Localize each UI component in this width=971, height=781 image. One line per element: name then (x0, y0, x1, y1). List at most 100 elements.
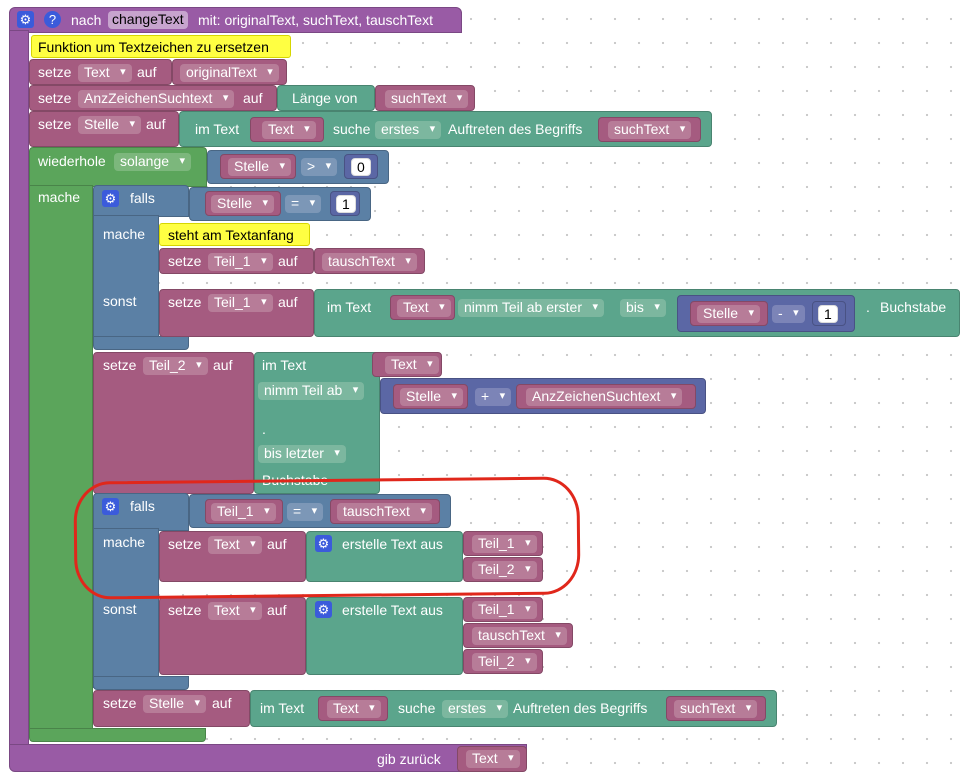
get-teil2-dropdown[interactable]: Teil_2 (472, 653, 537, 671)
substring-mode-dropdown[interactable]: nimm Teil ab (258, 382, 365, 400)
get-suchtext-dropdown[interactable]: suchText (385, 90, 469, 108)
while-loop-bottom (29, 728, 206, 742)
join-label: erstelle Text aus (342, 602, 443, 618)
set-label: setze (168, 602, 202, 618)
get-stelle-dropdown[interactable]: Stelle (228, 158, 292, 176)
get-tauschtext-dropdown[interactable]: tauschText (337, 503, 432, 521)
to-label: auf (243, 90, 263, 106)
get-stelle-dropdown[interactable]: Stelle (211, 195, 275, 213)
gear-icon[interactable] (17, 11, 34, 28)
get-text-dropdown[interactable]: Text (327, 700, 381, 718)
get-teil1-dropdown[interactable]: Teil_1 (472, 601, 537, 619)
if-else-label: sonst (103, 601, 137, 617)
procedure-name-field[interactable]: changeText (108, 11, 188, 29)
if1-comment[interactable]: steht am Textanfang (159, 223, 310, 246)
get-teil1-dropdown[interactable]: Teil_1 (472, 535, 537, 553)
to-label: auf (213, 357, 233, 373)
set-label: setze (168, 536, 202, 552)
get-suchtext-dropdown[interactable]: suchText (608, 121, 692, 139)
to-label: auf (278, 294, 298, 310)
substring-to-dropdown[interactable]: bis (620, 299, 666, 317)
substring-suffix-dot: . (866, 299, 870, 315)
compare-operator-dropdown[interactable]: = (287, 503, 324, 521)
set-teil1-var-dropdown[interactable]: Teil_1 (208, 294, 273, 312)
arithmetic-operator-dropdown[interactable]: - (772, 305, 805, 323)
get-stelle-dropdown[interactable]: Stelle (400, 388, 464, 406)
get-return-text-dropdown[interactable]: Text (466, 750, 520, 768)
procedure-comment[interactable]: Funktion um Textzeichen zu ersetzen (31, 35, 291, 58)
number-input[interactable]: 0 (351, 158, 371, 176)
get-tauschtext-dropdown[interactable]: tauschText (472, 627, 567, 645)
to-label: auf (267, 536, 287, 552)
substring-end-dropdown[interactable]: bis letzter (258, 445, 346, 463)
get-tauschtext-dropdown[interactable]: tauschText (322, 253, 417, 271)
set-label: setze (168, 294, 202, 310)
substring-dot: . (262, 421, 266, 437)
set-label: setze (38, 90, 72, 106)
arithmetic-operator-dropdown[interactable]: + (475, 388, 512, 406)
compare-operator-dropdown[interactable]: > (301, 158, 338, 176)
join-label: erstelle Text aus (342, 536, 443, 552)
get-text-dropdown[interactable]: Text (262, 121, 316, 139)
get-text-dropdown[interactable]: Text (385, 356, 439, 374)
while-loop-left-bar (29, 185, 93, 732)
set-teil2-var-dropdown[interactable]: Teil_2 (143, 357, 208, 375)
get-anz-dropdown[interactable]: AnzZeichenSuchtext (526, 388, 683, 406)
get-originaltext-dropdown[interactable]: originalText (180, 64, 279, 82)
procedure-return-bar[interactable] (9, 744, 527, 772)
gear-icon[interactable] (102, 498, 119, 515)
get-text-dropdown[interactable]: Text (397, 299, 451, 317)
if-block-2-bottom (93, 676, 189, 690)
help-icon[interactable]: ? (44, 11, 61, 28)
get-stelle-dropdown[interactable]: Stelle (697, 305, 761, 323)
set-label: setze (38, 116, 72, 132)
occurrence-label: Auftreten des Begriffs (448, 121, 583, 137)
if1-comment-text: steht am Textanfang (168, 227, 294, 243)
gear-icon[interactable] (315, 535, 332, 552)
set-text-var-dropdown[interactable]: Text (78, 64, 132, 82)
gear-icon[interactable] (102, 190, 119, 207)
if-block-1-bottom (93, 336, 189, 350)
number-input[interactable]: 1 (336, 195, 356, 213)
if-label: falls (130, 190, 155, 206)
substring-mode-dropdown[interactable]: nimm Teil ab erster (458, 299, 605, 317)
search-label: suche (333, 121, 371, 137)
length-of-label: Länge von (292, 90, 358, 106)
set-label: setze (103, 357, 137, 373)
substring-unit-label: Buchstabe (880, 299, 947, 315)
to-label: auf (137, 64, 157, 80)
to-label: auf (267, 602, 287, 618)
search-mode-dropdown[interactable]: erstes (375, 121, 442, 139)
to-label: auf (278, 253, 298, 269)
in-text-label: im Text (195, 121, 240, 137)
substring-unit-label: Buchstabe (262, 472, 329, 488)
set-label: setze (168, 253, 202, 269)
if-do-label: mache (103, 534, 146, 550)
in-text-label: im Text (260, 700, 305, 716)
set-teil1-var-dropdown[interactable]: Teil_1 (208, 253, 273, 271)
set-text-var-dropdown[interactable]: Text (208, 602, 262, 620)
get-teil1-dropdown[interactable]: Teil_1 (211, 503, 276, 521)
repeat-label: wiederhole (38, 153, 106, 169)
in-text-label: im Text (262, 357, 307, 373)
set-text-var-dropdown[interactable]: Text (208, 536, 262, 554)
get-suchtext-dropdown[interactable]: suchText (674, 700, 758, 718)
repeat-mode-dropdown[interactable]: solange (114, 153, 192, 171)
set-anz-var-dropdown[interactable]: AnzZeichenSuchtext (78, 90, 235, 108)
gear-icon[interactable] (315, 601, 332, 618)
loop-do-label: mache (38, 189, 81, 205)
occurrence-label: Auftreten des Begriffs (513, 700, 648, 716)
if-else-label: sonst (103, 293, 137, 309)
return-label: gib zurück (377, 751, 441, 767)
if-do-label: mache (103, 226, 146, 242)
set-stelle-var-dropdown[interactable]: Stelle (78, 116, 142, 134)
procedure-params: mit: originalText, suchText, tauschText (198, 12, 433, 28)
procedure-left-bar (9, 30, 29, 746)
compare-operator-dropdown[interactable]: = (285, 195, 322, 213)
number-input[interactable]: 1 (818, 305, 838, 323)
get-teil2-dropdown[interactable]: Teil_2 (472, 561, 537, 579)
search-mode-dropdown[interactable]: erstes (442, 700, 509, 718)
to-label: auf (146, 116, 166, 132)
set-stelle-var-dropdown[interactable]: Stelle (143, 695, 207, 713)
to-label: auf (212, 695, 232, 711)
